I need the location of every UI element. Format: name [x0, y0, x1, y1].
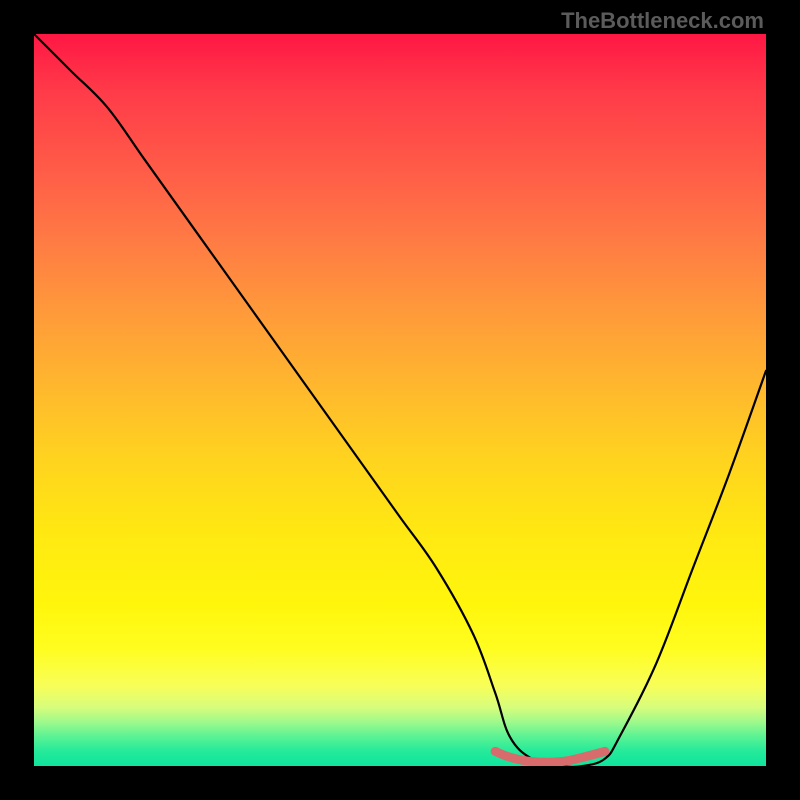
valley-marker-path	[495, 751, 605, 762]
plot-area	[34, 34, 766, 766]
curve-layer	[34, 34, 766, 766]
watermark-text: TheBottleneck.com	[561, 8, 764, 34]
bottleneck-curve-path	[34, 34, 766, 766]
